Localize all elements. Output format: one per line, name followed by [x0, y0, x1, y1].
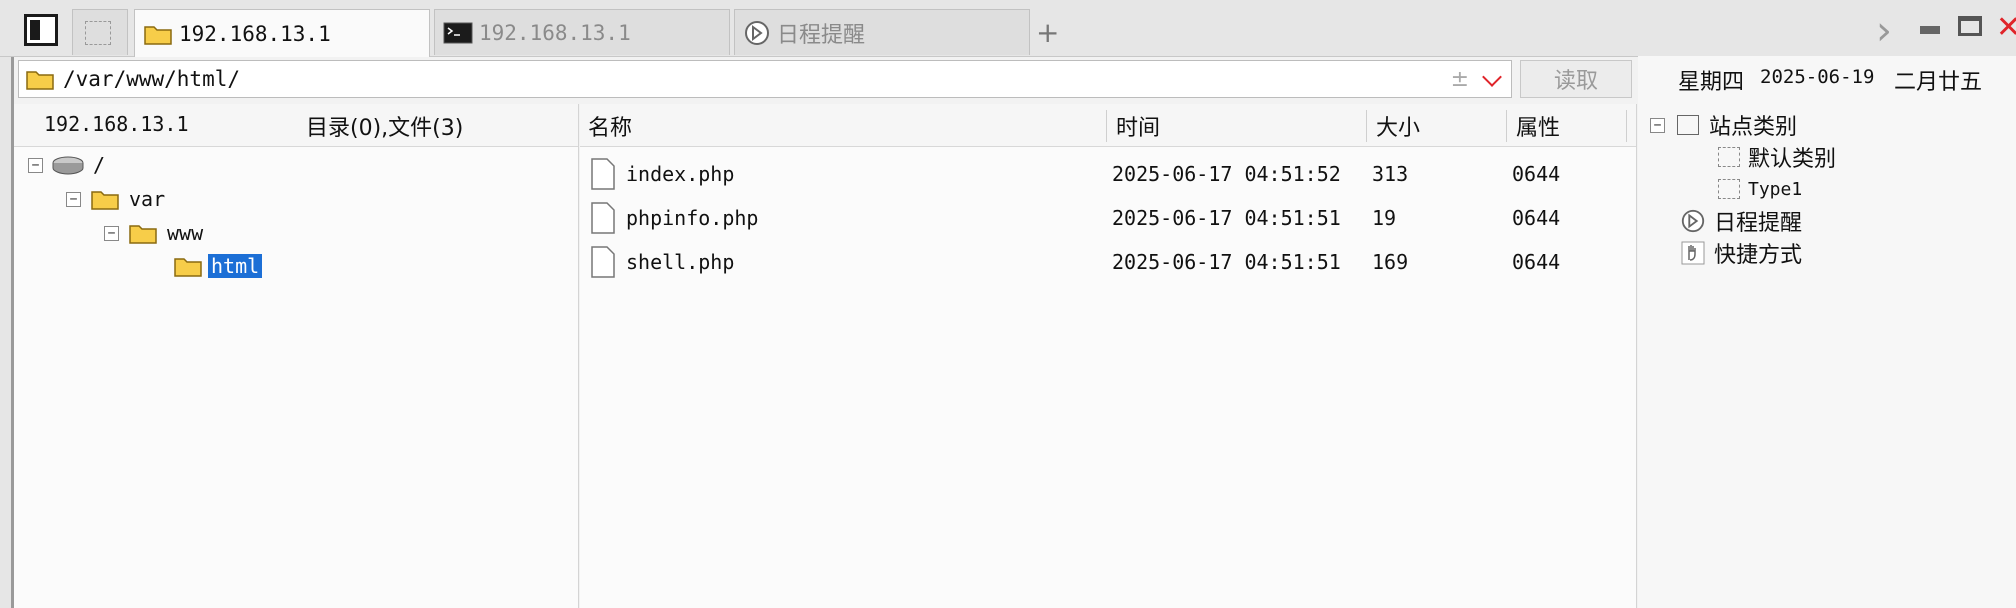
column-divider[interactable] [1626, 110, 1627, 142]
hand-icon [1681, 241, 1705, 265]
tree-label: 站点类别 [1709, 115, 1798, 140]
column-attr[interactable]: 属性 [1516, 110, 1560, 142]
file-attr: 0644 [1512, 162, 1561, 186]
collapse-icon[interactable]: − [28, 157, 43, 173]
window-left-edge [0, 0, 14, 608]
column-divider[interactable] [1366, 110, 1367, 142]
folder-icon [26, 71, 54, 90]
terminal-icon [443, 22, 473, 43]
category-icon [1718, 147, 1740, 167]
folder-open-icon [174, 258, 202, 277]
tab-schedule[interactable]: 日程提醒 [734, 9, 1030, 55]
tree-node-www[interactable]: − www [104, 218, 203, 248]
tree-label: 日程提醒 [1714, 211, 1803, 236]
tree-label: 快捷方式 [1714, 243, 1803, 268]
folder-icon [129, 225, 157, 244]
tab-blank[interactable] [72, 9, 128, 55]
file-size: 19 [1372, 206, 1397, 230]
column-name[interactable]: 名称 [588, 110, 632, 142]
maximize-button[interactable] [1958, 16, 1982, 36]
file-name: index.php [626, 162, 735, 186]
file-icon [591, 246, 615, 278]
category-icon [1718, 179, 1740, 199]
file-time: 2025-06-17 04:51:51 [1112, 250, 1341, 274]
tree-label: www [167, 221, 204, 245]
collapse-icon[interactable]: − [104, 225, 119, 241]
tree-label: var [129, 187, 166, 211]
host-label: 192.168.13.1 [44, 112, 189, 136]
file-name: phpinfo.php [626, 206, 759, 230]
weekday-label: 星期四 [1678, 70, 1745, 95]
lunar-date-label: 二月廿五 [1894, 70, 1983, 95]
file-icon [591, 158, 615, 190]
tab-label: 日程提醒 [777, 22, 866, 48]
tree-node-var[interactable]: − var [66, 184, 165, 214]
tree-label-selected: html [208, 254, 263, 278]
folder-icon [91, 191, 119, 210]
site-category-type1[interactable]: Type1 [1718, 174, 1802, 204]
next-tab-icon[interactable]: › [1876, 8, 1892, 54]
address-dropdown-icon[interactable] [1482, 67, 1502, 87]
tree-label: Type1 [1748, 178, 1803, 200]
shortcuts-node[interactable]: 快捷方式 [1680, 238, 1802, 268]
site-category-node[interactable]: − 站点类别 [1650, 110, 1797, 140]
tab-label: 192.168.13.1 [479, 20, 631, 45]
address-path: /var/www/html/ [63, 67, 241, 91]
minimize-button[interactable] [1920, 26, 1940, 34]
add-tab-button[interactable]: + [1036, 16, 1059, 49]
read-button[interactable]: 读取 [1520, 60, 1632, 98]
blank-tab-icon [85, 20, 111, 45]
tab-terminal[interactable]: 192.168.13.1 [434, 9, 730, 55]
sidebar-toggle-button[interactable] [24, 14, 58, 46]
tab-bar: 192.168.13.1 192.168.13.1 日程提醒 + › ✕ [0, 0, 2016, 57]
date-label: 2025-06-19 [1760, 66, 1875, 88]
column-size[interactable]: 大小 [1376, 110, 1420, 142]
tree-node-root[interactable]: − / [28, 150, 105, 180]
dir-summary: 目录(0),文件(3) [306, 116, 464, 141]
column-time[interactable]: 时间 [1116, 110, 1160, 142]
table-row[interactable]: phpinfo.php 2025-06-17 04:51:51 19 0644 [590, 198, 1630, 238]
table-row[interactable]: shell.php 2025-06-17 04:51:51 169 0644 [590, 242, 1630, 282]
column-divider[interactable] [1106, 110, 1107, 142]
drive-icon [52, 156, 84, 175]
collapse-icon[interactable]: − [1650, 117, 1665, 133]
file-time: 2025-06-17 04:51:51 [1112, 206, 1341, 230]
close-button[interactable]: ✕ [1996, 10, 2016, 45]
file-list-header: 名称 时间 大小 属性 [580, 104, 1636, 147]
file-attr: 0644 [1512, 250, 1561, 274]
file-time: 2025-06-17 04:51:52 [1112, 162, 1341, 186]
site-category-default[interactable]: 默认类别 [1718, 142, 1836, 172]
schedule-node[interactable]: 日程提醒 [1680, 206, 1802, 236]
file-attr: 0644 [1512, 206, 1561, 230]
category-icon [1677, 115, 1699, 135]
collapse-icon[interactable]: − [66, 191, 81, 207]
file-icon [591, 202, 615, 234]
schedule-icon [745, 20, 769, 45]
file-size: 313 [1372, 162, 1409, 186]
column-divider[interactable] [1506, 110, 1507, 142]
table-row[interactable]: index.php 2025-06-17 04:51:52 313 0644 [590, 154, 1630, 194]
tab-files[interactable]: 192.168.13.1 [134, 9, 430, 57]
file-name: shell.php [626, 250, 735, 274]
file-size: 169 [1372, 250, 1409, 274]
tree-label: / [93, 153, 106, 177]
plusminus-icon[interactable]: ± [1451, 67, 1469, 92]
folder-icon [144, 25, 172, 45]
site-panel: 星期四 2025-06-19 二月廿五 − 站点类别 默认类别 Type1 日程… [1638, 56, 2016, 608]
directory-header: 192.168.13.1 目录(0),文件(3) [14, 104, 578, 147]
tree-label: 默认类别 [1748, 147, 1837, 172]
tab-label: 192.168.13.1 [179, 21, 331, 46]
schedule-icon [1681, 209, 1705, 233]
address-bar[interactable]: /var/www/html/ ± [18, 60, 1512, 98]
tree-node-html[interactable]: html [172, 251, 263, 281]
